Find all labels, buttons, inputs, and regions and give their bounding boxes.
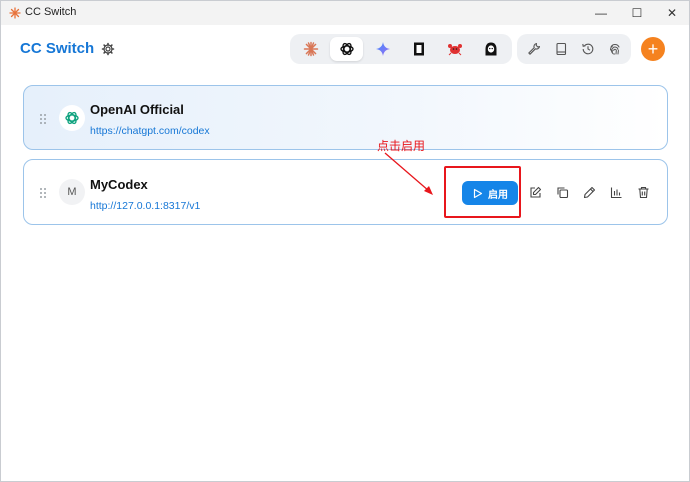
provider-avatar	[59, 105, 85, 131]
close-button[interactable]: ✕	[654, 1, 689, 25]
annotation-highlight-box	[444, 166, 521, 218]
duplicate-button[interactable]	[554, 184, 570, 200]
edit-icon	[529, 186, 541, 198]
settings-gear-icon[interactable]	[101, 42, 115, 56]
openai-icon	[65, 111, 79, 125]
claude-icon	[303, 41, 318, 57]
brand-title[interactable]: CC Switch	[20, 40, 94, 57]
gemini-icon	[375, 42, 390, 56]
hooded-figure-icon	[485, 42, 496, 56]
wrench-icon	[527, 42, 540, 55]
annotation-label: 点击启用	[377, 139, 426, 153]
fingerprint-button[interactable]	[602, 37, 627, 61]
pencil-icon	[583, 186, 595, 198]
provider-url[interactable]: http://127.0.0.1:8317/v1	[90, 200, 200, 212]
cc-switch-logo-icon	[9, 7, 21, 19]
bar-chart-icon	[610, 187, 621, 198]
delete-button[interactable]	[635, 184, 651, 200]
history-button[interactable]	[575, 37, 600, 61]
provider-name: MyCodex	[90, 177, 148, 192]
title-bar: CC Switch — ☐ ✕	[1, 1, 689, 25]
provider-url[interactable]: https://chatgpt.com/codex	[90, 125, 210, 137]
trash-icon	[638, 186, 648, 198]
test-button[interactable]	[581, 184, 597, 200]
usage-stats-button[interactable]	[608, 184, 624, 200]
toolbar	[517, 34, 631, 64]
fingerprint-icon	[609, 44, 619, 55]
app-window: CC Switch — ☐ ✕ CC Switch + OpenAI Offic…	[0, 0, 690, 482]
minimize-button[interactable]: —	[583, 1, 619, 25]
copy-icon	[556, 186, 568, 198]
add-provider-button[interactable]: +	[641, 37, 665, 61]
provider-card-openai-official[interactable]: OpenAI Official https://chatgpt.com/code…	[23, 85, 668, 150]
maximize-button[interactable]: ☐	[619, 1, 655, 25]
window-title: CC Switch	[25, 6, 77, 18]
drag-handle-icon[interactable]	[39, 187, 47, 199]
opencode-icon	[413, 42, 424, 56]
red-crab-icon	[447, 44, 462, 56]
app-header: CC Switch +	[1, 25, 689, 75]
book-icon	[555, 42, 566, 56]
app-opencode[interactable]	[402, 37, 435, 61]
app-gemini[interactable]	[366, 37, 399, 61]
openai-codex-icon	[339, 42, 354, 56]
app-codex[interactable]	[330, 37, 363, 61]
tools-button[interactable]	[521, 37, 546, 61]
docs-button[interactable]	[548, 37, 573, 61]
edit-button[interactable]	[527, 184, 543, 200]
app-selector	[290, 34, 512, 64]
provider-name: OpenAI Official	[90, 102, 184, 117]
app-hooded[interactable]	[474, 37, 507, 61]
provider-card-mycodex[interactable]: M MyCodex http://127.0.0.1:8317/v1 启用	[23, 159, 668, 225]
app-claude[interactable]	[294, 37, 327, 61]
provider-avatar: M	[59, 179, 85, 205]
history-icon	[581, 43, 593, 55]
drag-handle-icon[interactable]	[39, 113, 47, 125]
app-crab[interactable]	[438, 37, 471, 61]
